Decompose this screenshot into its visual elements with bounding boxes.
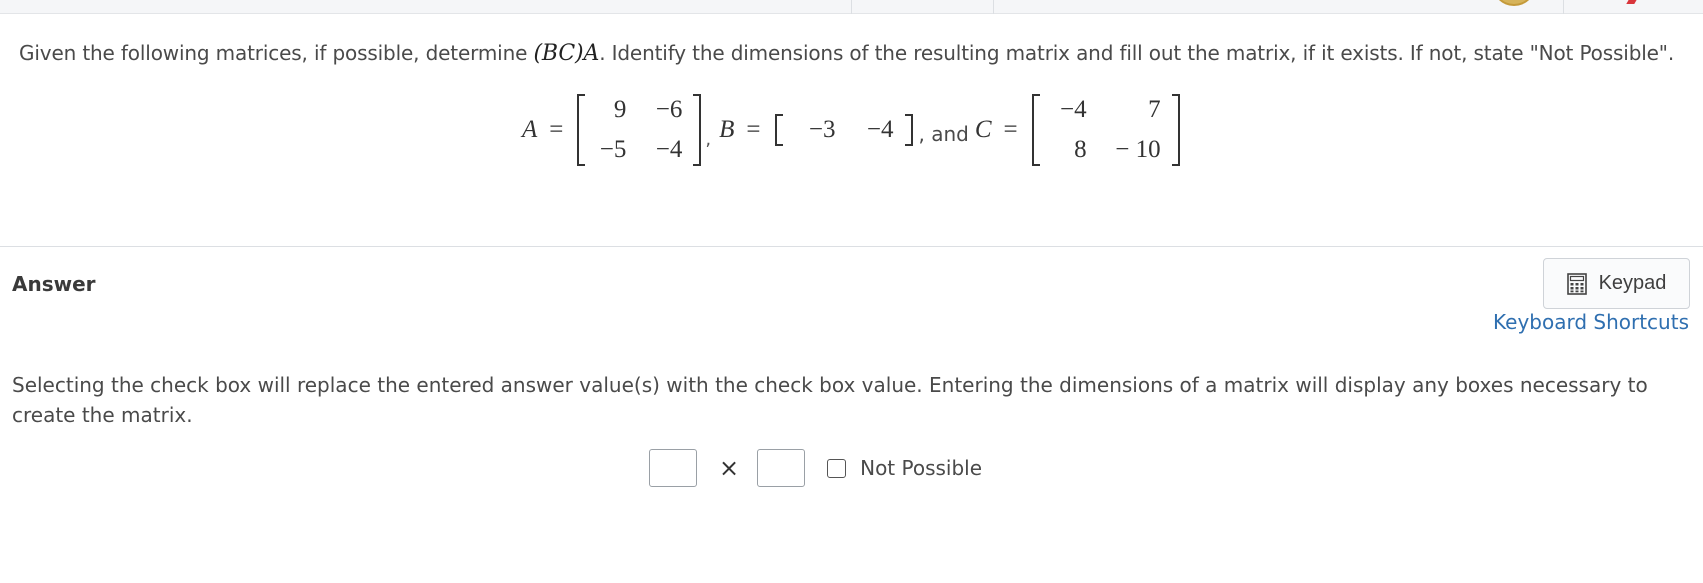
matrix-c-cell: 8 bbox=[1074, 136, 1087, 163]
matrix-c-cell: 7 bbox=[1148, 96, 1161, 123]
top-toolbar bbox=[0, 0, 1703, 14]
toolbar-divider bbox=[993, 0, 994, 14]
matrix-b: −3 −4 bbox=[774, 114, 913, 146]
answer-heading: Answer bbox=[12, 272, 96, 296]
not-possible-checkbox[interactable] bbox=[827, 458, 847, 478]
calculator-icon bbox=[1566, 272, 1587, 295]
section-divider bbox=[0, 246, 1703, 247]
comma-separator: , bbox=[705, 128, 712, 150]
toolbar-divider bbox=[851, 0, 852, 14]
equals-sign: = bbox=[1003, 116, 1018, 143]
question-prompt: Given the following matrices, if possibl… bbox=[19, 39, 1674, 68]
matrix-c-name: C bbox=[974, 116, 992, 143]
answer-instructions: Selecting the check box will replace the… bbox=[12, 373, 1648, 427]
coin-icon[interactable] bbox=[1492, 0, 1536, 6]
not-possible-option[interactable]: Not Possible bbox=[827, 456, 982, 480]
question-text-after: . Identify the dimensions of the resulti… bbox=[599, 41, 1675, 65]
flag-icon[interactable] bbox=[1626, 0, 1638, 4]
and-separator: , and bbox=[918, 122, 969, 146]
keypad-button-label: Keypad bbox=[1598, 272, 1667, 294]
question-text-before: Given the following matrices, if possibl… bbox=[19, 41, 534, 65]
not-possible-label[interactable]: Not Possible bbox=[860, 456, 982, 480]
matrix-a-cell: 9 bbox=[613, 96, 627, 123]
matrix-a-cell: −4 bbox=[655, 136, 683, 163]
keyboard-shortcuts-link[interactable]: Keyboard Shortcuts bbox=[1493, 310, 1689, 334]
toolbar-divider bbox=[1563, 0, 1564, 14]
matrix-b-name: B bbox=[719, 116, 735, 143]
columns-dimension-input[interactable] bbox=[757, 449, 806, 487]
times-symbol: × bbox=[719, 454, 740, 482]
equals-sign: = bbox=[549, 116, 564, 143]
matrix-a-name: A bbox=[522, 116, 538, 143]
matrix-dimensions-entry: × Not Possible bbox=[649, 449, 982, 487]
question-expression: (BC)A bbox=[533, 41, 600, 66]
equals-sign: = bbox=[746, 116, 761, 143]
matrix-definitions: A = 9 −6 −5 −4 , B = −3 −4 , and C = −4 … bbox=[522, 93, 1180, 167]
matrix-c-cell: −4 bbox=[1060, 96, 1087, 123]
matrix-c: −4 7 8 − 10 bbox=[1031, 94, 1180, 166]
matrix-c-cell: − 10 bbox=[1115, 136, 1161, 163]
rows-dimension-input[interactable] bbox=[649, 449, 697, 487]
matrix-b-cell: −4 bbox=[866, 116, 894, 143]
matrix-a: 9 −6 −5 −4 bbox=[577, 94, 702, 166]
keypad-button[interactable]: Keypad bbox=[1543, 258, 1690, 309]
matrix-b-cell: −3 bbox=[808, 116, 836, 143]
matrix-a-cell: −6 bbox=[655, 96, 683, 123]
matrix-a-cell: −5 bbox=[599, 136, 627, 163]
